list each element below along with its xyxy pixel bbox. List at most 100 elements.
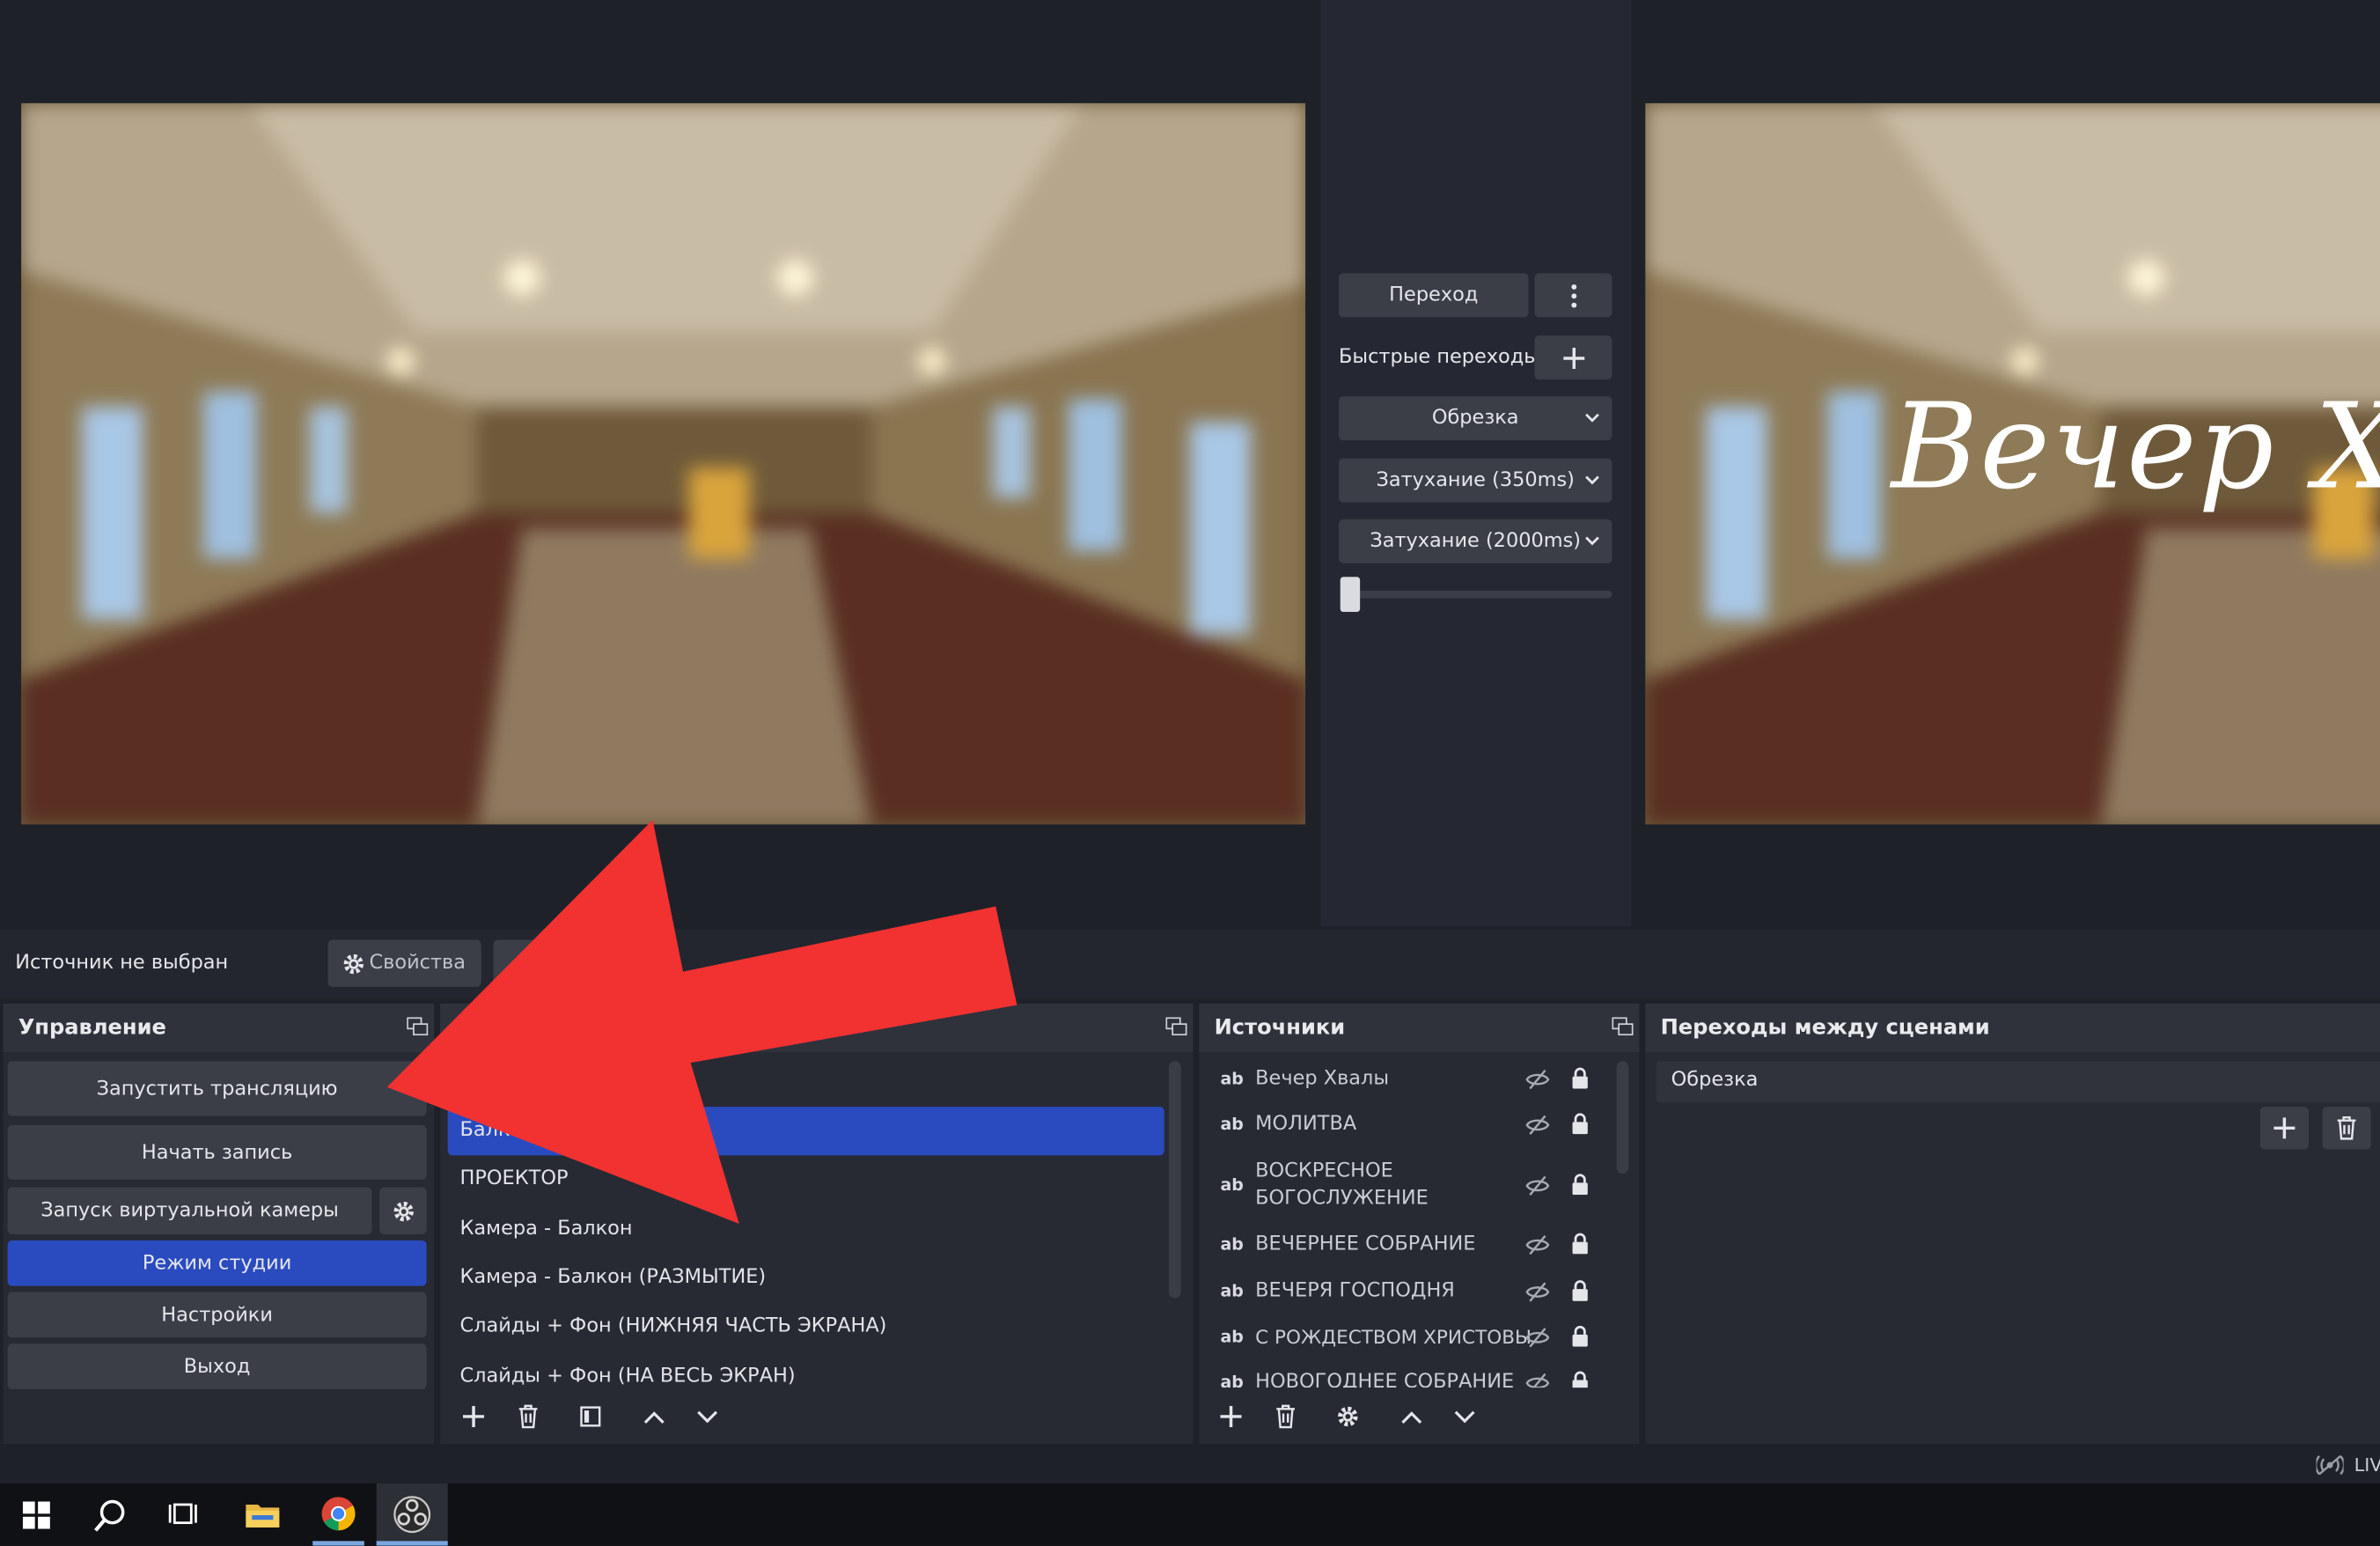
lock-icon[interactable] [1571, 1174, 1590, 1196]
source-move-down-button[interactable] [1443, 1397, 1486, 1437]
eye-hidden-icon[interactable] [1525, 1234, 1550, 1255]
obs-icon [393, 1496, 431, 1534]
lock-icon[interactable] [1571, 1113, 1590, 1135]
add-source-button[interactable] [1209, 1397, 1252, 1437]
start-stream-button[interactable]: Запустить трансляцию [7, 1061, 427, 1116]
filters-button[interactable] [493, 939, 584, 987]
chrome-taskbar-item[interactable] [306, 1483, 370, 1546]
program-canvas[interactable]: Вечер Х [1645, 103, 2380, 825]
source-item[interactable]: ab ВОСКРЕСНОЕ БОГОСЛУЖЕНИЕ [1202, 1159, 1612, 1217]
controls-dock-title: Управление [18, 1015, 166, 1041]
scene-item[interactable]: Слайды + Фон (НИЖНЯЯ ЧАСТЬ ЭКРАНА) [460, 1314, 887, 1337]
file-explorer-icon[interactable] [245, 1500, 281, 1529]
windows-taskbar [0, 1483, 2380, 1546]
remove-scene-transition-button[interactable] [2322, 1107, 2371, 1150]
source-move-up-button[interactable] [1391, 1397, 1433, 1437]
source-name: МОЛИТВА [1255, 1113, 1357, 1136]
eye-hidden-icon[interactable] [1525, 1327, 1550, 1348]
lock-icon[interactable] [1571, 1233, 1590, 1255]
lock-icon[interactable] [1571, 1325, 1590, 1347]
undock-icon[interactable] [407, 1017, 429, 1036]
chevron-down-icon [1454, 1410, 1475, 1423]
virtual-camera-settings-button[interactable] [379, 1187, 427, 1235]
scene-filters-button[interactable] [569, 1397, 612, 1437]
text-source-icon: ab [1220, 1281, 1244, 1301]
start-virtual-camera-button[interactable]: Запуск виртуальной камеры [7, 1187, 372, 1235]
search-icon[interactable] [94, 1498, 128, 1532]
obs-taskbar-item[interactable] [376, 1483, 448, 1546]
scene-item[interactable]: Камера - Балкон [460, 1218, 633, 1240]
preview-canvas[interactable] [21, 103, 1306, 825]
task-view-icon[interactable] [168, 1500, 198, 1528]
add-scene-button[interactable] [452, 1397, 495, 1437]
chrome-icon [321, 1497, 356, 1531]
filter-icon [580, 1406, 601, 1427]
chevron-down-icon [1585, 536, 1599, 546]
transition-menu-button[interactable] [1534, 273, 1612, 318]
add-quick-transition-button[interactable] [1534, 335, 1612, 380]
source-name: ВЕЧЕРНЕЕ СОБРАНИЕ [1255, 1233, 1476, 1256]
source-name-line2: БОГОСЛУЖЕНИЕ [1255, 1187, 1429, 1211]
broadcast-icon [2316, 1454, 2344, 1476]
gear-icon [393, 1201, 414, 1221]
fade-2000-button[interactable]: Затухание (2000ms) [1339, 519, 1612, 563]
source-item[interactable]: ab С РОЖДЕСТВОМ ХРИСТОВЫ [1202, 1324, 1612, 1354]
properties-button[interactable]: Свойства [327, 939, 481, 987]
sources-scrollbar[interactable] [1616, 1061, 1629, 1174]
lock-icon[interactable] [1571, 1371, 1590, 1388]
tbar-handle[interactable] [1340, 577, 1361, 612]
trash-icon [2337, 1116, 2356, 1140]
source-item[interactable]: ab Вечер Хвалы [1202, 1066, 1612, 1096]
studio-mode-button[interactable]: Режим студии [7, 1240, 427, 1286]
scene-item-selected[interactable] [447, 1107, 1164, 1156]
chrome-active-indicator [312, 1541, 364, 1546]
chevron-up-icon [643, 1410, 665, 1424]
gear-icon [1338, 1406, 1358, 1427]
scene-transition-select[interactable]: Обрезка [1656, 1061, 2380, 1102]
remove-source-button[interactable] [1265, 1397, 1307, 1437]
scene-move-down-button[interactable] [686, 1397, 728, 1437]
tbar-track[interactable] [1348, 590, 1612, 599]
quick-transitions-label: Быстрые переходы [1339, 346, 1539, 370]
undock-icon[interactable] [1612, 1017, 1634, 1036]
eye-hidden-icon[interactable] [1525, 1069, 1550, 1090]
windows-start-icon[interactable] [22, 1501, 50, 1529]
settings-button[interactable]: Настройки [7, 1292, 427, 1338]
transition-button[interactable]: Переход [1339, 273, 1529, 318]
scene-item[interactable]: ПРОЕКТОР [460, 1167, 569, 1190]
undock-icon[interactable] [1165, 1017, 1187, 1036]
chevron-down-icon [697, 1410, 718, 1423]
remove-scene-button[interactable] [507, 1397, 549, 1437]
scene-item[interactable]: Балко [460, 1119, 523, 1142]
plus-icon [2273, 1117, 2296, 1139]
start-recording-button[interactable]: Начать запись [7, 1124, 427, 1180]
scene-item[interactable]: Камера - Балкон (РАЗМЫТИЕ) [460, 1266, 767, 1289]
text-source-icon: ab [1220, 1114, 1244, 1135]
chevron-down-icon [1585, 475, 1599, 485]
program-overlay-text: Вечер Х [1891, 379, 2380, 517]
scene-move-up-button[interactable] [633, 1397, 675, 1437]
source-item[interactable]: ab МОЛИТВА [1202, 1111, 1612, 1141]
trash-icon [1276, 1404, 1295, 1429]
eye-hidden-icon[interactable] [1525, 1115, 1550, 1136]
add-scene-transition-button[interactable] [2259, 1107, 2309, 1150]
source-item[interactable]: ab ВЕЧЕРЯ ГОСПОДНЯ [1202, 1278, 1612, 1308]
lock-icon[interactable] [1571, 1280, 1590, 1301]
scenes-dock-header [440, 1003, 1194, 1053]
live-status-label: LIV [2354, 1454, 2380, 1476]
eye-hidden-icon[interactable] [1525, 1373, 1550, 1388]
fade-350-button[interactable]: Затухание (350ms) [1339, 458, 1612, 503]
scene-item[interactable]: Слайды + Фон (НА ВЕСЬ ЭКРАН) [460, 1365, 796, 1388]
scene-transitions-dock-header: Переходы между сценами [1645, 1003, 2380, 1053]
lock-icon[interactable] [1571, 1067, 1590, 1089]
source-properties-button[interactable] [1326, 1397, 1369, 1437]
eye-hidden-icon[interactable] [1525, 1281, 1550, 1302]
exit-button[interactable]: Выход [7, 1344, 427, 1389]
source-item[interactable]: ab ВЕЧЕРНЕЕ СОБРАНИЕ [1202, 1232, 1612, 1262]
scenes-scrollbar[interactable] [1168, 1061, 1181, 1299]
source-item[interactable]: ab НОВОГОДНЕЕ СОБРАНИЕ [1202, 1369, 1612, 1388]
source-name: Вечер Хвалы [1255, 1067, 1390, 1091]
text-source-icon: ab [1220, 1069, 1244, 1089]
eye-hidden-icon[interactable] [1525, 1175, 1550, 1196]
transition-select[interactable]: Обрезка [1339, 396, 1612, 441]
